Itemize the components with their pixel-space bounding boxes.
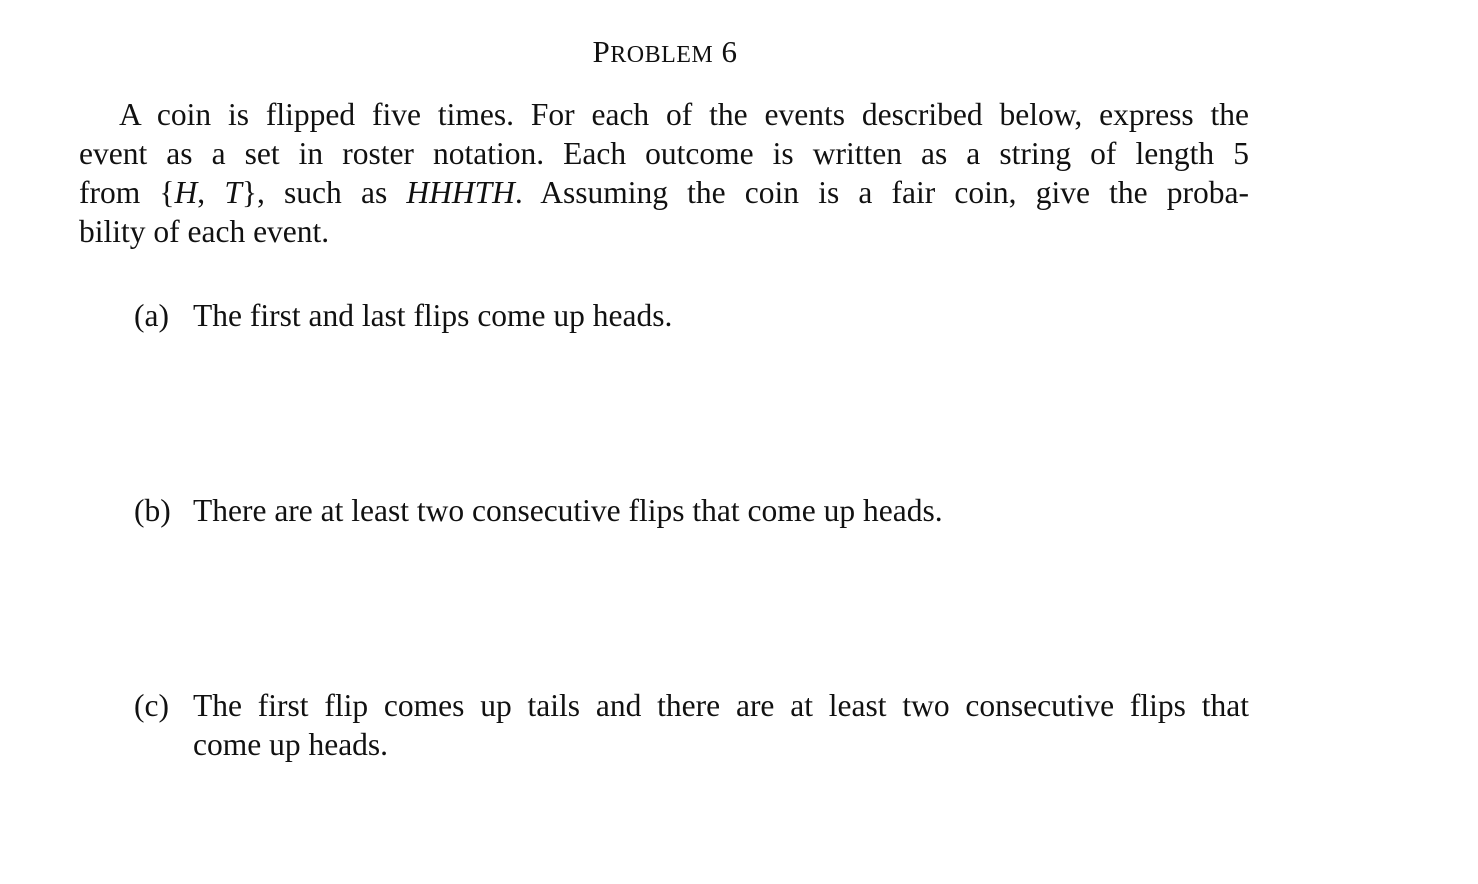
problem-title: PROBLEM 6 bbox=[0, 34, 1330, 70]
math-H: H bbox=[174, 175, 198, 210]
intro-line-3-comma: , bbox=[197, 175, 225, 210]
part-a-label: (a) bbox=[134, 298, 169, 333]
math-example-outcome: HHHTH bbox=[406, 175, 515, 210]
intro-line-3-part-b: }, such as bbox=[241, 175, 407, 210]
part-c-text-line-2: come up heads. bbox=[193, 727, 389, 762]
intro-line-3: from {H, T}, such as HHHTH. Assuming the… bbox=[79, 173, 1249, 212]
part-b-text: There are at least two consecutive flips… bbox=[193, 493, 943, 528]
intro-line-2: event as a set in roster notation. Each … bbox=[79, 136, 1249, 171]
math-T: T bbox=[224, 175, 242, 210]
part-a-text: The first and last flips come up heads. bbox=[193, 298, 673, 333]
part-b-label: (b) bbox=[134, 493, 171, 528]
document-page: PROBLEM 6 A coin is flipped five times. … bbox=[0, 0, 1478, 884]
title-initial: P bbox=[592, 34, 611, 69]
title-number: 6 bbox=[721, 34, 738, 69]
part-c-label: (c) bbox=[134, 688, 169, 723]
intro-line-1: A coin is flipped five times. For each o… bbox=[119, 97, 1249, 132]
intro-line-4: bility of each event. bbox=[79, 214, 330, 249]
intro-line-3-part-c: . Assuming the coin is a fair coin, give… bbox=[514, 175, 1249, 210]
title-smallcaps: ROBLEM bbox=[610, 42, 714, 68]
part-c-text-line-1: The first flip comes up tails and there … bbox=[193, 688, 1249, 723]
intro-line-3-part-a: from { bbox=[79, 175, 175, 210]
